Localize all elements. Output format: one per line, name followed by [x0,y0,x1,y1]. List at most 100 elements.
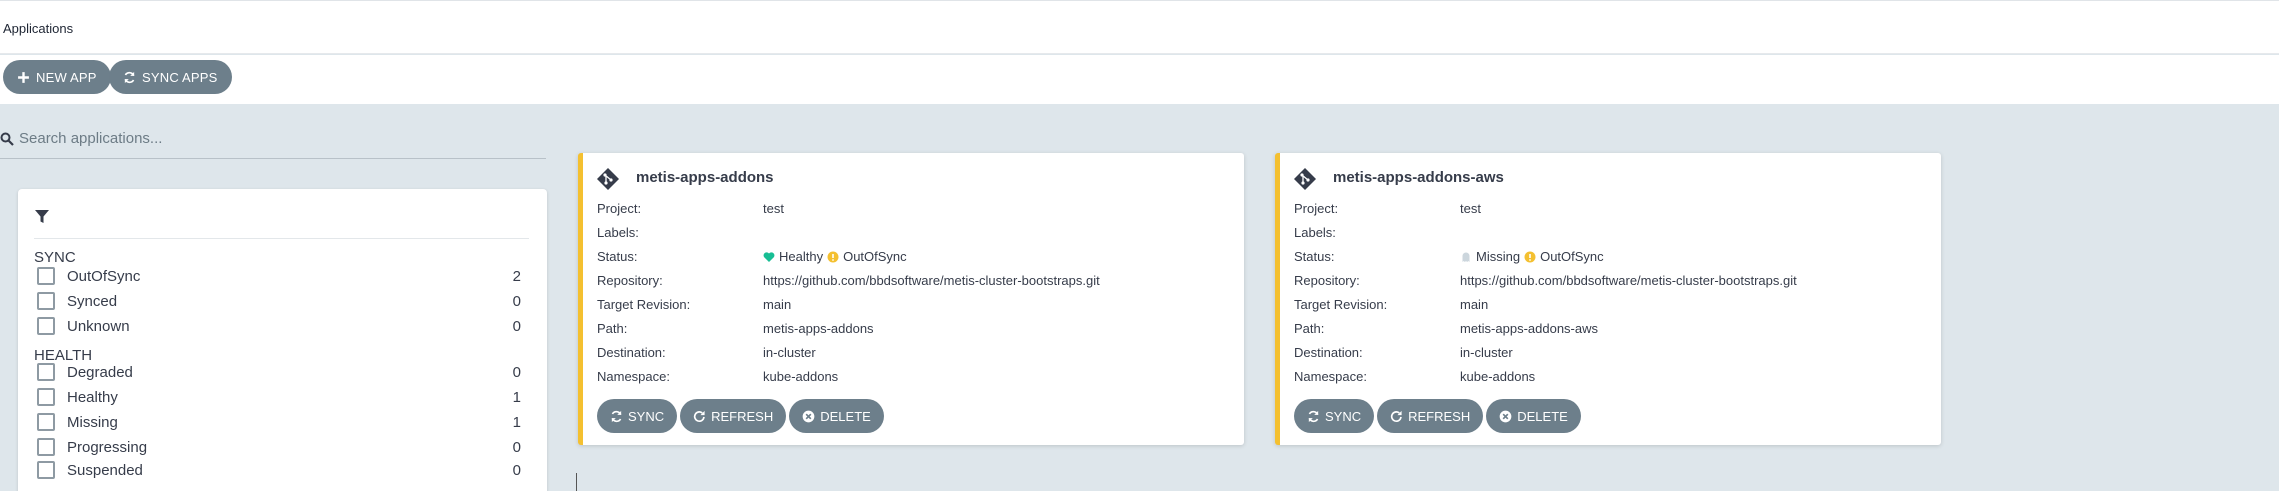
filter-count: 0 [512,438,521,456]
search-icon [0,132,14,146]
filter-count: 2 [512,267,521,285]
target-revision-label: Target Revision: [597,297,691,312]
path-value: metis-apps-addons-aws [1460,321,1599,336]
delete-label: DELETE [820,408,871,424]
delete-button[interactable]: DELETE [789,399,884,433]
text-cursor [576,473,577,491]
target-revision-row: Target Revision: main [1294,297,1934,313]
status-value: Missing OutOfSync [1460,249,1604,264]
labels-label: Labels: [597,225,639,240]
filter-count: 0 [512,363,521,381]
page-title: Applications [3,21,74,36]
refresh-icon [1390,410,1402,422]
sync-apps-button[interactable]: SYNC APPS [109,60,232,94]
project-value: test [1460,201,1481,216]
sync-status: OutOfSync [1540,249,1604,264]
out-of-sync-icon [1524,251,1536,262]
filter-health-suspended[interactable]: Suspended 0 [34,459,521,481]
target-revision-row: Target Revision: main [597,297,1237,313]
project-row: Project: test [1294,201,1934,217]
app-card[interactable]: metis-apps-addons-aws Project: test Label… [1275,153,1941,445]
delete-icon [1499,410,1512,422]
toolbar: NEW APP SYNC APPS [0,55,2279,104]
app-name[interactable]: metis-apps-addons-aws [1333,169,1504,186]
checkbox[interactable] [37,461,55,479]
path-row: Path: metis-apps-addons [597,321,1237,337]
app-name[interactable]: metis-apps-addons [636,169,774,186]
filters-header [34,205,529,239]
out-of-sync-icon [827,251,839,262]
new-app-button[interactable]: NEW APP [3,60,111,94]
filter-label: Synced [67,292,118,310]
filter-label: Missing [67,413,118,431]
sync-button[interactable]: SYNC [597,399,678,433]
filter-health-healthy[interactable]: Healthy 1 [34,386,521,408]
checkbox[interactable] [37,267,55,285]
project-label: Project: [597,201,642,216]
filter-label: Suspended [67,461,143,479]
path-label: Path: [1294,321,1325,336]
labels-row: Labels: [1294,225,1934,241]
checkbox[interactable] [37,363,55,381]
target-revision-value: main [1460,297,1489,312]
git-icon [1294,168,1316,190]
refresh-label: REFRESH [1408,408,1471,424]
checkbox[interactable] [37,438,55,456]
labels-row: Labels: [597,225,1237,241]
filter-sync-outofsync[interactable]: OutOfSync 2 [34,265,521,287]
filter-label: OutOfSync [67,267,141,285]
namespace-row: Namespace: kube-addons [1294,369,1934,385]
filter-sync-unknown[interactable]: Unknown 0 [34,315,521,337]
path-row: Path: metis-apps-addons-aws [1294,321,1934,337]
repository-row: Repository: https://github.com/bbdsoftwar… [1294,273,1934,289]
top-bar: Applications [0,0,2279,54]
sync-icon [124,71,135,83]
filters-panel: SYNC OutOfSync 2 Synced 0 Unknown 0 HEAL… [18,189,547,491]
repository-label: Repository: [1294,273,1360,288]
refresh-button[interactable]: REFRESH [1377,399,1484,433]
filter-count: 1 [512,388,521,406]
app-card[interactable]: metis-apps-addons Project: test Labels: S… [578,153,1244,445]
destination-label: Destination: [597,345,666,360]
destination-row: Destination: in-cluster [597,345,1237,361]
repository-label: Repository: [597,273,663,288]
checkbox[interactable] [37,388,55,406]
filter-icon[interactable] [34,209,50,225]
namespace-value: kube-addons [763,369,839,384]
filter-count: 1 [512,413,521,431]
filter-health-degraded[interactable]: Degraded 0 [34,361,521,383]
status-row: Status: Missing OutOfSync [1294,249,1934,265]
namespace-label: Namespace: [597,369,670,384]
checkbox[interactable] [37,317,55,335]
plus-icon [18,71,29,83]
delete-button[interactable]: DELETE [1486,399,1581,433]
namespace-value: kube-addons [1460,369,1536,384]
destination-label: Destination: [1294,345,1363,360]
filter-label: Progressing [67,438,148,456]
filter-health-progressing[interactable]: Progressing 0 [34,436,521,458]
refresh-label: REFRESH [711,408,774,424]
filter-sync-synced[interactable]: Synced 0 [34,290,521,312]
filter-label: Healthy [67,388,118,406]
checkbox[interactable] [37,413,55,431]
filter-health-missing[interactable]: Missing 1 [34,411,521,433]
refresh-button[interactable]: REFRESH [680,399,787,433]
filter-count: 0 [512,292,521,310]
filter-count: 0 [512,317,521,335]
sync-icon [1308,410,1319,422]
checkbox[interactable] [37,292,55,310]
sync-icon [611,410,622,422]
sync-button[interactable]: SYNC [1294,399,1375,433]
git-icon [597,168,619,190]
delete-label: DELETE [1517,408,1568,424]
delete-icon [802,410,815,422]
project-row: Project: test [597,201,1237,217]
new-app-label: NEW APP [36,69,97,85]
search-input[interactable] [19,130,519,147]
filter-label: Unknown [67,317,130,335]
namespace-row: Namespace: kube-addons [597,369,1237,385]
path-value: metis-apps-addons [763,321,874,336]
labels-label: Labels: [1294,225,1336,240]
namespace-label: Namespace: [1294,369,1367,384]
card-actions: SYNC REFRESH DELETE [1294,399,1581,433]
